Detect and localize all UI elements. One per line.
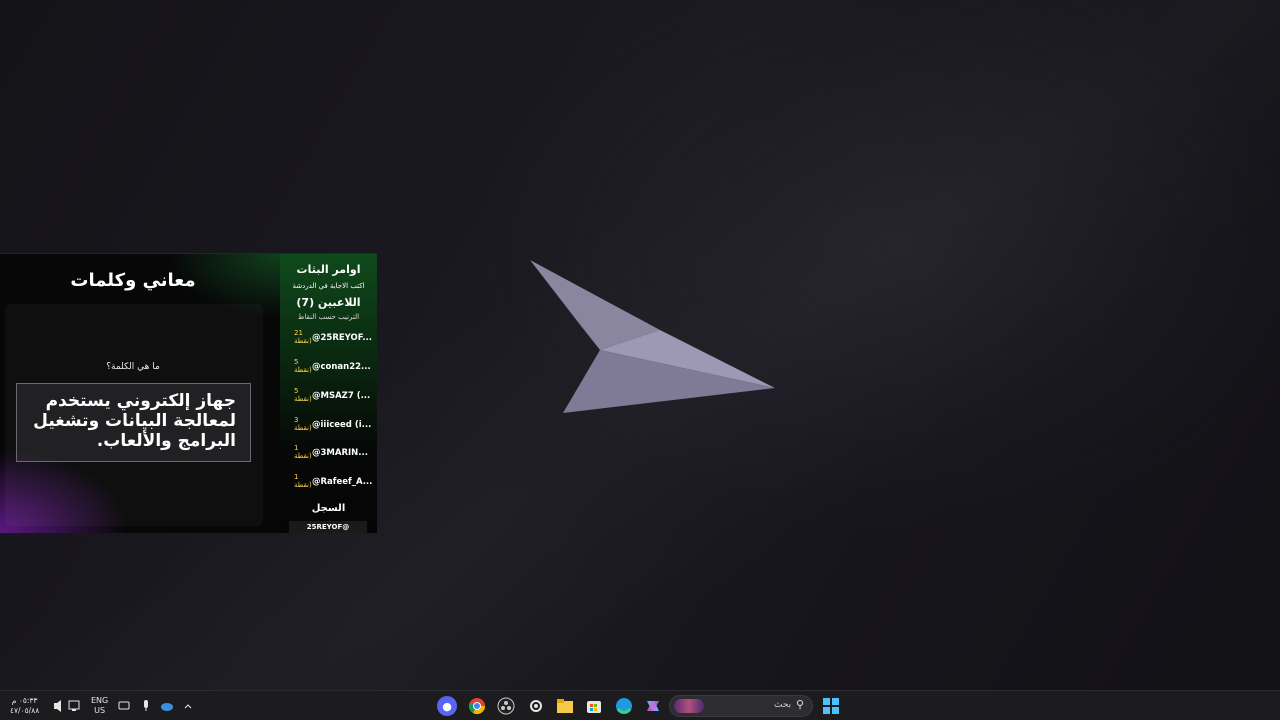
file-explorer-icon[interactable] (555, 696, 575, 716)
search-placeholder: بحث (774, 700, 792, 710)
discord-icon[interactable]: ● (437, 696, 457, 716)
player-name: @Rafeef_A... (312, 477, 373, 487)
sidebar-subtitle: اكتب الاجابة في الدردشة (292, 282, 365, 290)
players-sidebar: اوامر البثات اكتب الاجابة في الدردشة الل… (280, 254, 377, 533)
sidebar-title: اوامر البثات (296, 263, 361, 276)
player-points: 5 نقطة) (294, 358, 312, 374)
language-indicator[interactable]: ENG US (91, 696, 108, 720)
player-points: 5 نقطة) (294, 387, 312, 403)
players-count: اللاعبين (7) (296, 296, 361, 309)
clock-time: ٠٥:٣٣ م (11, 696, 38, 705)
sort-label: الترتيب حسب النقاط (297, 313, 360, 321)
copilot-icon[interactable] (643, 696, 663, 716)
player-row: 5 نقطة) @conan22... (284, 358, 374, 382)
player-row: 1 نقطة) @3MARIN... (284, 444, 374, 468)
taskbar: ٠٥:٣٣ م ٤٧/٠٥/٨٨ ENG US ● بحث ⚲ (0, 690, 1280, 720)
system-clock[interactable]: ٠٥:٣٣ م ٤٧/٠٥/٨٨ (10, 696, 39, 716)
volume-icon[interactable] (52, 691, 64, 720)
player-row: 5 نقطة) @MSAZ7 (... (284, 387, 374, 411)
taskbar-search[interactable]: بحث ⚲ (669, 695, 813, 717)
cloud-sync-icon[interactable] (160, 691, 174, 720)
stream-overlay-panel: معاني وكلمات ما هي الكلمة؟ جهاز إلكتروني… (0, 253, 377, 533)
player-points: 1 نقطة) (294, 473, 312, 489)
edge-icon[interactable] (614, 696, 634, 716)
game-title: معاني وكلمات (70, 270, 196, 291)
player-points: 1 نقطة) (294, 444, 312, 460)
store-icon[interactable] (584, 696, 604, 716)
word-game-area: معاني وكلمات ما هي الكلمة؟ جهاز إلكتروني… (0, 254, 280, 533)
obs-icon[interactable] (496, 696, 516, 716)
chrome-icon[interactable] (467, 696, 487, 716)
player-name: @MSAZ7 (... (312, 391, 371, 401)
question-label: ما هي الكلمة؟ (106, 362, 160, 372)
search-highlight-image (674, 699, 704, 713)
player-row: 21 نقطة) @25REYOF... (284, 329, 374, 353)
player-name: @25REYOF... (312, 333, 373, 343)
search-icon: ⚲ (796, 698, 805, 711)
microphone-icon[interactable] (141, 691, 151, 720)
clock-date: ٤٧/٠٥/٨٨ (10, 706, 40, 715)
player-name: @conan22... (312, 362, 371, 372)
player-row: 3 نقطة) @iiiceed (i... (284, 416, 374, 440)
arrow-logo-icon (530, 260, 775, 413)
settings-gear-icon[interactable] (526, 696, 546, 716)
player-points: 3 نقطة) (294, 416, 312, 432)
log-entry: 25REYOF@ (289, 521, 367, 533)
region-code: US (94, 706, 106, 715)
log-title: السجل (311, 503, 346, 514)
player-name: @iiiceed (i... (312, 420, 372, 430)
definition-box: جهاز إلكتروني يستخدم لمعالجة البيانات وت… (16, 383, 251, 462)
language-code: ENG (91, 696, 109, 705)
player-row: 1 نقطة) @Rafeef_A... (284, 473, 374, 497)
network-icon[interactable] (68, 691, 80, 720)
chevron-up-icon[interactable] (183, 691, 193, 720)
player-points: 21 نقطة) (294, 329, 312, 345)
player-name: @3MARIN... (312, 448, 368, 458)
start-windows-icon[interactable] (821, 696, 841, 716)
keyboard-icon[interactable] (118, 691, 130, 720)
